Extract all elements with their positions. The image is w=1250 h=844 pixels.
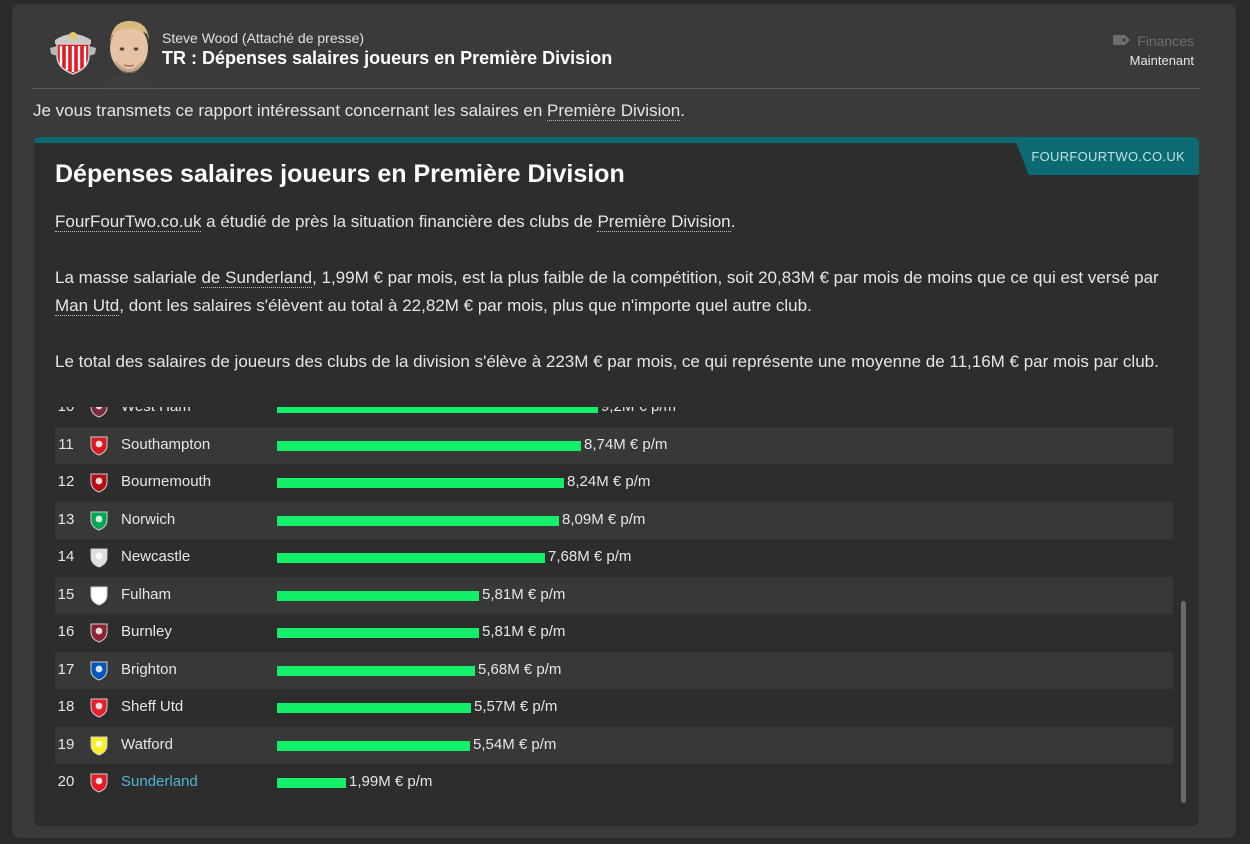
- message-time: Maintenant: [1129, 53, 1194, 68]
- paragraph-text: a étudié de près la situation financière…: [201, 212, 598, 231]
- paragraph-text: , dont les salaires s'élèvent au total à…: [119, 296, 812, 315]
- rank-position: 20: [57, 773, 75, 790]
- table-row[interactable]: 20 Sunderland 1,99M € p/m: [55, 764, 1173, 801]
- club-name[interactable]: Burnley: [121, 623, 172, 640]
- rank-position: 14: [57, 548, 75, 565]
- table-row[interactable]: 15 Fulham 5,81M € p/m: [55, 576, 1173, 614]
- header-divider: [32, 88, 1200, 89]
- sender-role: (Attaché de presse): [241, 30, 365, 46]
- table-row[interactable]: 19 Watford 5,54M € p/m: [55, 726, 1173, 764]
- premiere-division-link[interactable]: Première Division: [597, 212, 731, 232]
- article-headline: Dépenses salaires joueurs en Première Di…: [55, 160, 625, 188]
- newcastle-crest-icon: [88, 546, 110, 568]
- man-utd-link[interactable]: Man Utd: [55, 296, 120, 316]
- wage-amount: 7,68M € p/m: [548, 548, 632, 565]
- club-name[interactable]: Newcastle: [121, 548, 190, 565]
- table-row[interactable]: 18 Sheff Utd 5,57M € p/m: [55, 689, 1173, 726]
- wage-bar: [277, 407, 598, 413]
- watford-crest-icon: [88, 734, 110, 756]
- table-row[interactable]: 16 Burnley 5,81M € p/m: [55, 614, 1173, 651]
- rank-position: 15: [57, 585, 75, 603]
- wage-bar: [277, 740, 470, 751]
- table-row[interactable]: 17 Brighton 5,68M € p/m: [55, 651, 1173, 689]
- article-paragraph-3: Le total des salaires de joueurs des clu…: [55, 352, 1159, 371]
- sheff-utd-crest-icon: [88, 696, 110, 718]
- table-row[interactable]: 10 West Ham 9,2M € p/m: [55, 407, 1173, 426]
- article-paragraph-1: FourFourTwo.co.uk a étudié de près la si…: [55, 208, 1185, 236]
- club-name[interactable]: Fulham: [121, 586, 171, 603]
- category-label: Finances: [1137, 33, 1194, 49]
- sunderland-club-crest-icon: [47, 26, 99, 76]
- wage-bar: [277, 478, 564, 488]
- fourfourtwo-link[interactable]: FourFourTwo.co.uk: [55, 212, 202, 232]
- table-row[interactable]: 12 Bournemouth 8,24M € p/m: [55, 464, 1173, 501]
- wage-amount: 8,09M € p/m: [562, 510, 646, 528]
- rank-position: 12: [57, 473, 75, 490]
- rank-position: 17: [57, 660, 75, 678]
- club-name[interactable]: Sunderland: [121, 773, 198, 790]
- wage-bar: [277, 553, 545, 563]
- wage-bar: [277, 628, 479, 638]
- intro-prefix: Je vous transmets ce rapport intéressant…: [33, 101, 548, 120]
- rank-position: 13: [57, 510, 75, 528]
- norwich-crest-icon: [88, 509, 110, 531]
- wage-bar: [277, 440, 581, 451]
- sender-name[interactable]: Steve Wood: [162, 30, 238, 46]
- brighton-crest-icon: [88, 659, 110, 681]
- message-category[interactable]: Finances: [1113, 33, 1194, 49]
- table-row[interactable]: 14 Newcastle 7,68M € p/m: [55, 539, 1173, 576]
- news-article: FOURFOURTWO.CO.UK Dépenses salaires joue…: [34, 137, 1199, 826]
- wage-amount: 8,74M € p/m: [584, 435, 668, 453]
- club-name[interactable]: West Ham: [121, 407, 191, 415]
- sunderland-crest-icon: [88, 771, 110, 793]
- paragraph-text: La masse salariale: [55, 268, 202, 287]
- wage-bar: [277, 665, 475, 676]
- wage-amount: 5,57M € p/m: [474, 698, 558, 715]
- burnley-crest-icon: [88, 621, 110, 643]
- sender-avatar[interactable]: [98, 16, 160, 90]
- paragraph-text: , 1,99M € par mois, est la plus faible d…: [312, 268, 1159, 287]
- bournemouth-crest-icon: [88, 471, 110, 493]
- rank-position: 18: [57, 698, 75, 715]
- rank-position: 11: [58, 435, 74, 453]
- fulham-crest-icon: [88, 584, 110, 606]
- wage-bar: [277, 778, 346, 788]
- wage-amount: 5,54M € p/m: [473, 735, 557, 753]
- west-ham-crest-icon: [88, 407, 110, 418]
- club-name[interactable]: Watford: [121, 736, 173, 753]
- list-scrollbar[interactable]: [1181, 601, 1186, 803]
- wage-amount: 5,81M € p/m: [482, 623, 566, 640]
- intro-suffix: .: [680, 101, 685, 120]
- paragraph-text: .: [730, 212, 736, 231]
- wage-ranking-list[interactable]: 10 West Ham 9,2M € p/m 11 Southampton 8,74M €…: [55, 407, 1175, 807]
- table-row[interactable]: 13 Norwich 8,09M € p/m: [55, 501, 1173, 539]
- article-paragraph-2: La masse salariale de Sunderland, 1,99M …: [55, 264, 1185, 320]
- rank-position: 16: [57, 623, 75, 640]
- tag-icon: [1113, 33, 1131, 49]
- wage-amount: 9,2M € p/m: [601, 407, 676, 415]
- rank-position: 10: [55, 407, 77, 415]
- wage-amount: 1,99M € p/m: [349, 773, 433, 790]
- club-name[interactable]: Sheff Utd: [121, 698, 183, 715]
- wage-bar: [277, 703, 471, 713]
- intro-text: Je vous transmets ce rapport intéressant…: [33, 101, 685, 121]
- wage-amount: 5,68M € p/m: [478, 660, 562, 678]
- club-name[interactable]: Southampton: [121, 436, 210, 453]
- wage-amount: 5,81M € p/m: [482, 585, 566, 603]
- premiere-division-link[interactable]: Première Division: [547, 101, 681, 121]
- sunderland-link[interactable]: de Sunderland: [201, 268, 313, 288]
- wage-bar: [277, 515, 559, 526]
- rank-position: 19: [57, 735, 75, 753]
- wage-bar: [277, 590, 479, 601]
- sender-line: Steve Wood (Attaché de presse): [162, 30, 364, 46]
- club-name[interactable]: Brighton: [121, 661, 177, 678]
- club-name[interactable]: Bournemouth: [121, 473, 211, 490]
- wage-amount: 8,24M € p/m: [567, 473, 651, 490]
- message-subject: TR : Dépenses salaires joueurs en Premiè…: [162, 48, 613, 68]
- source-tag: FOURFOURTWO.CO.UK: [1014, 137, 1199, 175]
- table-row[interactable]: 11 Southampton 8,74M € p/m: [55, 426, 1173, 464]
- southampton-crest-icon: [88, 434, 110, 456]
- club-name[interactable]: Norwich: [121, 511, 175, 528]
